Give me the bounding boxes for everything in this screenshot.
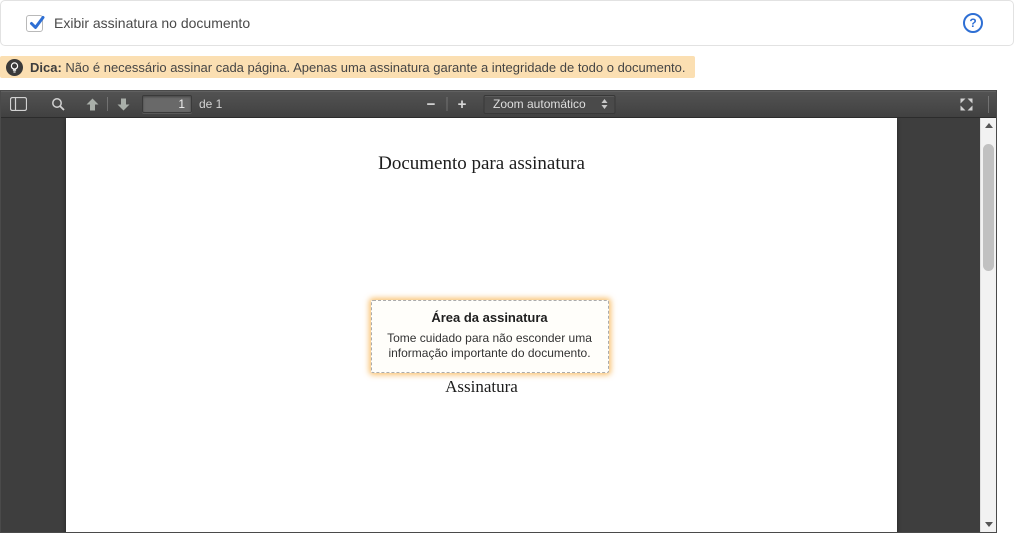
select-arrows-icon — [601, 99, 607, 109]
tip-bar: Dica: Não é necessário assinar cada pági… — [0, 56, 695, 78]
presentation-mode-button[interactable] — [953, 92, 979, 116]
pdf-content-area: Documento para assinatura Área da assina… — [1, 118, 980, 532]
show-signature-checkbox-row[interactable]: Exibir assinatura no documento — [26, 15, 250, 32]
search-button[interactable] — [45, 92, 71, 116]
page-count-label: de 1 — [199, 97, 222, 111]
zoom-select[interactable]: Zoom automático — [483, 95, 615, 114]
signature-area-box[interactable]: Área da assinatura Tome cuidado para não… — [371, 300, 609, 373]
show-signature-label: Exibir assinatura no documento — [54, 15, 250, 31]
pdf-toolbar: de 1 − + Zoom automático — [1, 91, 996, 118]
checkmark-icon — [28, 14, 46, 32]
viewer-scrollbar[interactable] — [980, 118, 996, 532]
page-up-icon — [86, 98, 99, 111]
sidebar-toggle-icon — [10, 97, 27, 111]
previous-page-button[interactable] — [79, 92, 105, 116]
sidebar-toggle-button[interactable] — [5, 92, 31, 116]
page-down-icon — [117, 98, 130, 111]
zoom-in-button[interactable]: + — [449, 92, 475, 116]
next-page-button[interactable] — [110, 92, 136, 116]
signature-option-card: Exibir assinatura no documento ? — [0, 0, 1014, 46]
search-icon — [51, 97, 65, 111]
signature-label: Assinatura — [66, 377, 897, 397]
pdf-page: Documento para assinatura Área da assina… — [66, 118, 897, 532]
page-number-input[interactable] — [142, 95, 192, 113]
tip-body: Não é necessário assinar cada página. Ap… — [65, 60, 685, 75]
signature-area-title: Área da assinatura — [380, 310, 600, 325]
scroll-up-icon[interactable] — [985, 123, 993, 128]
scroll-down-icon[interactable] — [985, 522, 993, 527]
show-signature-checkbox[interactable] — [26, 15, 43, 32]
scrollbar-thumb[interactable] — [983, 144, 994, 271]
tip-prefix: Dica: — [30, 60, 62, 75]
tip-text: Dica: Não é necessário assinar cada pági… — [30, 60, 686, 75]
lightbulb-icon — [6, 59, 23, 76]
zoom-select-value: Zoom automático — [493, 97, 586, 111]
help-icon[interactable]: ? — [963, 13, 983, 33]
zoom-out-button[interactable]: − — [418, 92, 444, 116]
fullscreen-icon — [960, 98, 973, 111]
pdf-viewer: de 1 − + Zoom automático — [0, 90, 997, 533]
signature-area-text: Tome cuidado para não esconder uma infor… — [380, 331, 600, 362]
document-title: Documento para assinatura — [66, 153, 897, 175]
